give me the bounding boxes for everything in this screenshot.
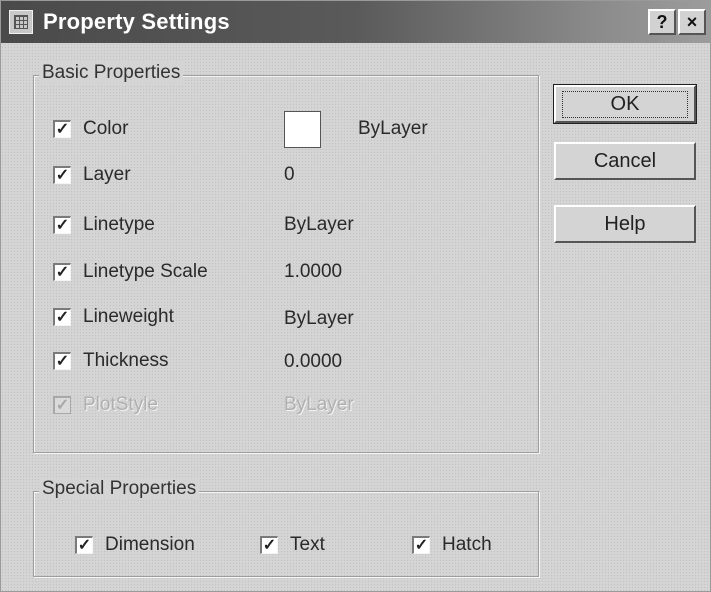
color-option[interactable]: ✓ Color [53, 112, 128, 146]
hatch-label: Hatch [442, 534, 492, 555]
color-swatch [284, 111, 321, 148]
color-checkbox[interactable]: ✓ [53, 120, 71, 138]
layer-value: 0 [284, 164, 295, 185]
dimension-checkbox[interactable]: ✓ [75, 536, 93, 554]
thickness-value: 0.0000 [284, 351, 343, 372]
thickness-label: Thickness [83, 350, 169, 371]
layer-option[interactable]: ✓ Layer [53, 158, 131, 192]
linetype-value: ByLayer [284, 214, 354, 235]
linetype-scale-option[interactable]: ✓ Linetype Scale [53, 255, 208, 289]
thickness-option[interactable]: ✓ Thickness [53, 344, 169, 378]
ok-button-label: OK [561, 90, 689, 118]
help-button-label: Help [604, 212, 646, 235]
dialog-title: Property Settings [43, 9, 230, 34]
hatch-checkbox[interactable]: ✓ [412, 536, 430, 554]
linetype-label: Linetype [83, 214, 155, 235]
cancel-button[interactable]: Cancel [554, 142, 696, 180]
basic-properties-legend: Basic Properties [39, 62, 184, 84]
lineweight-checkbox[interactable]: ✓ [53, 308, 71, 326]
linetype-scale-checkbox[interactable]: ✓ [53, 263, 71, 281]
text-label: Text [290, 534, 325, 555]
cancel-button-label: Cancel [593, 149, 657, 172]
properties-grid-icon[interactable] [9, 10, 33, 34]
hatch-option[interactable]: ✓ Hatch [412, 528, 492, 562]
ok-button[interactable]: OK [553, 84, 697, 124]
close-icon: × [686, 12, 698, 32]
thickness-checkbox[interactable]: ✓ [53, 352, 71, 370]
linetype-checkbox[interactable]: ✓ [53, 216, 71, 234]
layer-label: Layer [83, 164, 131, 185]
question-mark-icon: ? [656, 12, 668, 32]
dimension-option[interactable]: ✓ Dimension [75, 528, 195, 562]
lineweight-option[interactable]: ✓ Lineweight [53, 300, 174, 334]
plotstyle-value: ByLayer [284, 394, 354, 415]
title-bar: Property Settings ? × [1, 1, 710, 43]
close-button[interactable]: × [678, 9, 706, 35]
plotstyle-checkbox: ✓ [53, 396, 71, 414]
dimension-label: Dimension [105, 534, 195, 555]
help-title-button[interactable]: ? [648, 9, 676, 35]
color-label: Color [83, 118, 129, 139]
layer-checkbox[interactable]: ✓ [53, 166, 71, 184]
linetype-option[interactable]: ✓ Linetype [53, 208, 155, 242]
help-button[interactable]: Help [554, 205, 696, 243]
text-checkbox[interactable]: ✓ [260, 536, 278, 554]
special-properties-legend: Special Properties [39, 478, 200, 500]
plotstyle-label: PlotStyle [83, 394, 158, 415]
plotstyle-option: ✓ PlotStyle [53, 388, 158, 422]
lineweight-value: ByLayer [284, 308, 354, 329]
lineweight-label: Lineweight [83, 306, 174, 327]
property-settings-dialog: Property Settings ? × Basic Properties ✓… [0, 0, 711, 592]
linetype-scale-value: 1.0000 [284, 261, 343, 282]
linetype-scale-label: Linetype Scale [83, 261, 208, 282]
text-option[interactable]: ✓ Text [260, 528, 325, 562]
color-value: ByLayer [358, 118, 428, 139]
